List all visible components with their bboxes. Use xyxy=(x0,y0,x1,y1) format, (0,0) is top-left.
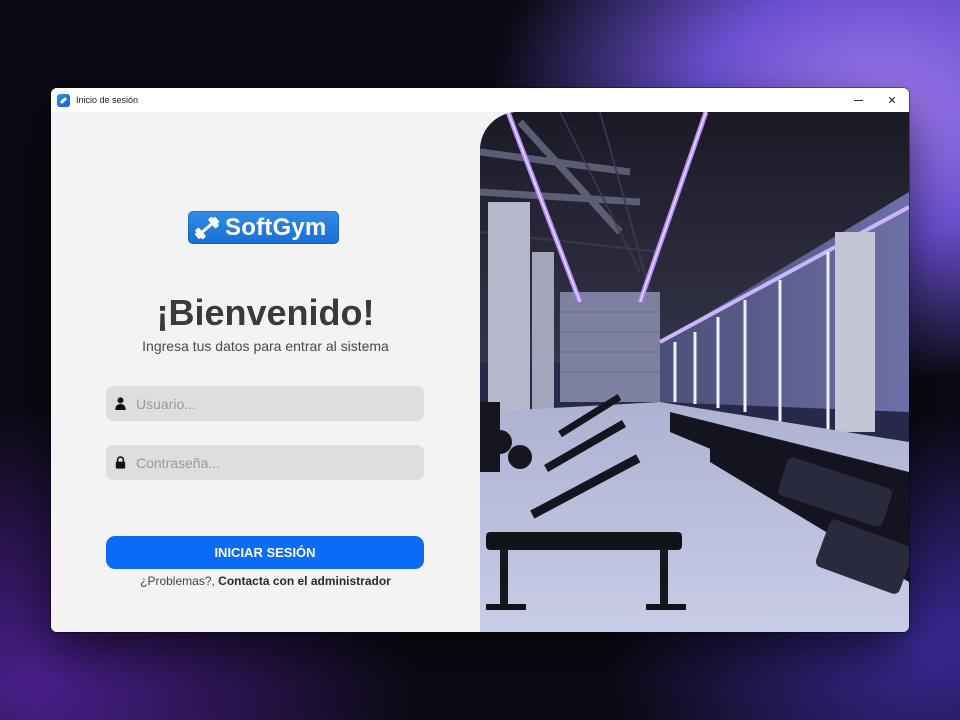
app-icon xyxy=(57,93,70,107)
title-bar[interactable]: Inicio de sesión ✕ xyxy=(51,88,909,112)
password-field[interactable] xyxy=(106,445,424,480)
contact-admin-link[interactable]: Contacta con el administrador xyxy=(218,574,391,588)
close-icon: ✕ xyxy=(887,94,897,107)
help-text: ¿Problemas?, Contacta con el administrad… xyxy=(51,574,480,588)
dumbbell-icon xyxy=(194,216,220,239)
logo-text: SoftGym xyxy=(225,213,327,241)
welcome-heading: ¡Bienvenido! xyxy=(156,292,375,333)
minimize-icon xyxy=(853,99,863,101)
minimize-button[interactable] xyxy=(841,88,875,112)
welcome-subtitle: Ingresa tus datos para entrar al sistema xyxy=(142,338,389,354)
softgym-logo: SoftGym xyxy=(188,211,339,244)
username-field[interactable] xyxy=(106,386,424,421)
gym-illustration xyxy=(480,112,909,632)
login-button[interactable]: INICIAR SESIÓN xyxy=(106,536,424,569)
close-button[interactable]: ✕ xyxy=(875,88,909,112)
lock-icon xyxy=(115,456,126,469)
window-title: Inicio de sesión xyxy=(76,95,139,105)
help-prefix: ¿Problemas?, xyxy=(140,574,219,588)
window-controls: ✕ xyxy=(841,88,909,112)
password-input[interactable] xyxy=(134,453,408,472)
user-icon xyxy=(115,397,126,410)
login-panel: SoftGym ¡Bienvenido! Ingresa tus datos p… xyxy=(51,112,480,632)
login-window: Inicio de sesión ✕ SoftGym ¡Bienvenido! … xyxy=(51,88,909,632)
username-input[interactable] xyxy=(134,394,408,413)
gym-interior-image xyxy=(480,112,909,632)
